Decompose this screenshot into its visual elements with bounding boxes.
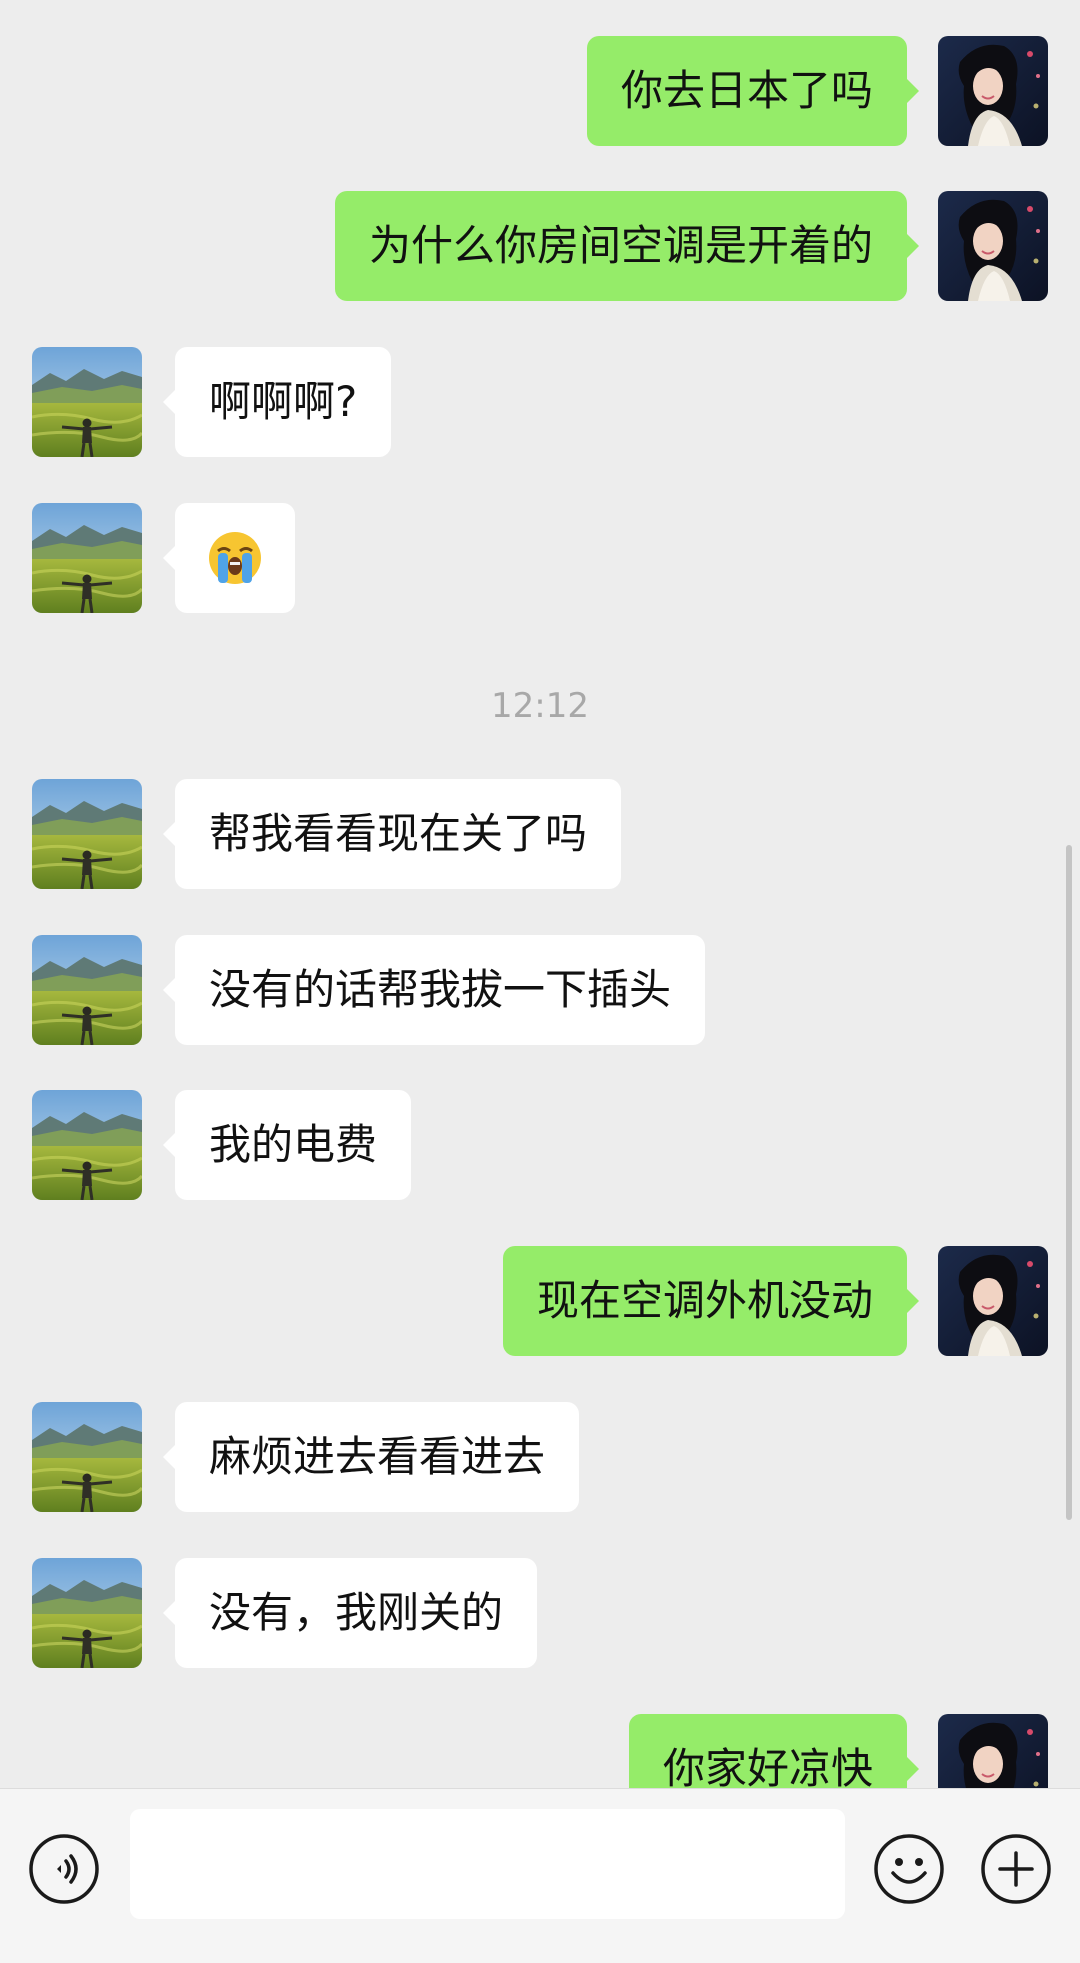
loudly-crying-face-emoji [209, 532, 261, 584]
voice-button[interactable] [28, 1833, 100, 1905]
message-bubble[interactable]: 现在空调外机没动 [502, 1246, 920, 1356]
chat-area[interactable]: 你去日本了吗 为什么你房间空调是开着的 啊啊啊? 12:12 帮我看看现在关了吗 [0, 0, 1080, 1788]
message-bubble[interactable]: 没有的话帮我拔一下插头 [162, 935, 706, 1045]
message-bubble[interactable] [163, 503, 295, 613]
contact-avatar[interactable] [32, 503, 142, 613]
message-bubble[interactable]: 麻烦进去看看进去 [162, 1402, 580, 1512]
voice-icon [29, 1834, 99, 1904]
message-bubble[interactable]: 我的电费 [162, 1090, 412, 1200]
contact-avatar[interactable] [32, 1558, 142, 1668]
message-bubble[interactable]: 啊啊啊? [162, 347, 392, 457]
contact-avatar[interactable] [32, 347, 142, 457]
input-bar [0, 1788, 1080, 1963]
my-avatar[interactable] [938, 1246, 1048, 1356]
plus-icon [981, 1834, 1051, 1904]
message-bubble[interactable]: 没有，我刚关的 [162, 1558, 538, 1668]
emoji-icon [874, 1834, 944, 1904]
contact-avatar[interactable] [32, 1402, 142, 1512]
scrollbar[interactable] [1066, 845, 1072, 1520]
message-bubble[interactable]: 帮我看看现在关了吗 [162, 779, 622, 889]
emoji-button[interactable] [873, 1833, 945, 1905]
message-input[interactable] [130, 1809, 845, 1919]
contact-avatar[interactable] [32, 779, 142, 889]
more-button[interactable] [980, 1833, 1052, 1905]
my-avatar[interactable] [938, 191, 1048, 301]
message-bubble[interactable]: 为什么你房间空调是开着的 [334, 191, 920, 301]
my-avatar[interactable] [938, 36, 1048, 146]
message-bubble[interactable]: 你家好凉快 [628, 1714, 920, 1788]
timestamp: 12:12 [491, 686, 589, 726]
contact-avatar[interactable] [32, 935, 142, 1045]
message-bubble[interactable]: 你去日本了吗 [586, 36, 920, 146]
my-avatar[interactable] [938, 1714, 1048, 1788]
contact-avatar[interactable] [32, 1090, 142, 1200]
